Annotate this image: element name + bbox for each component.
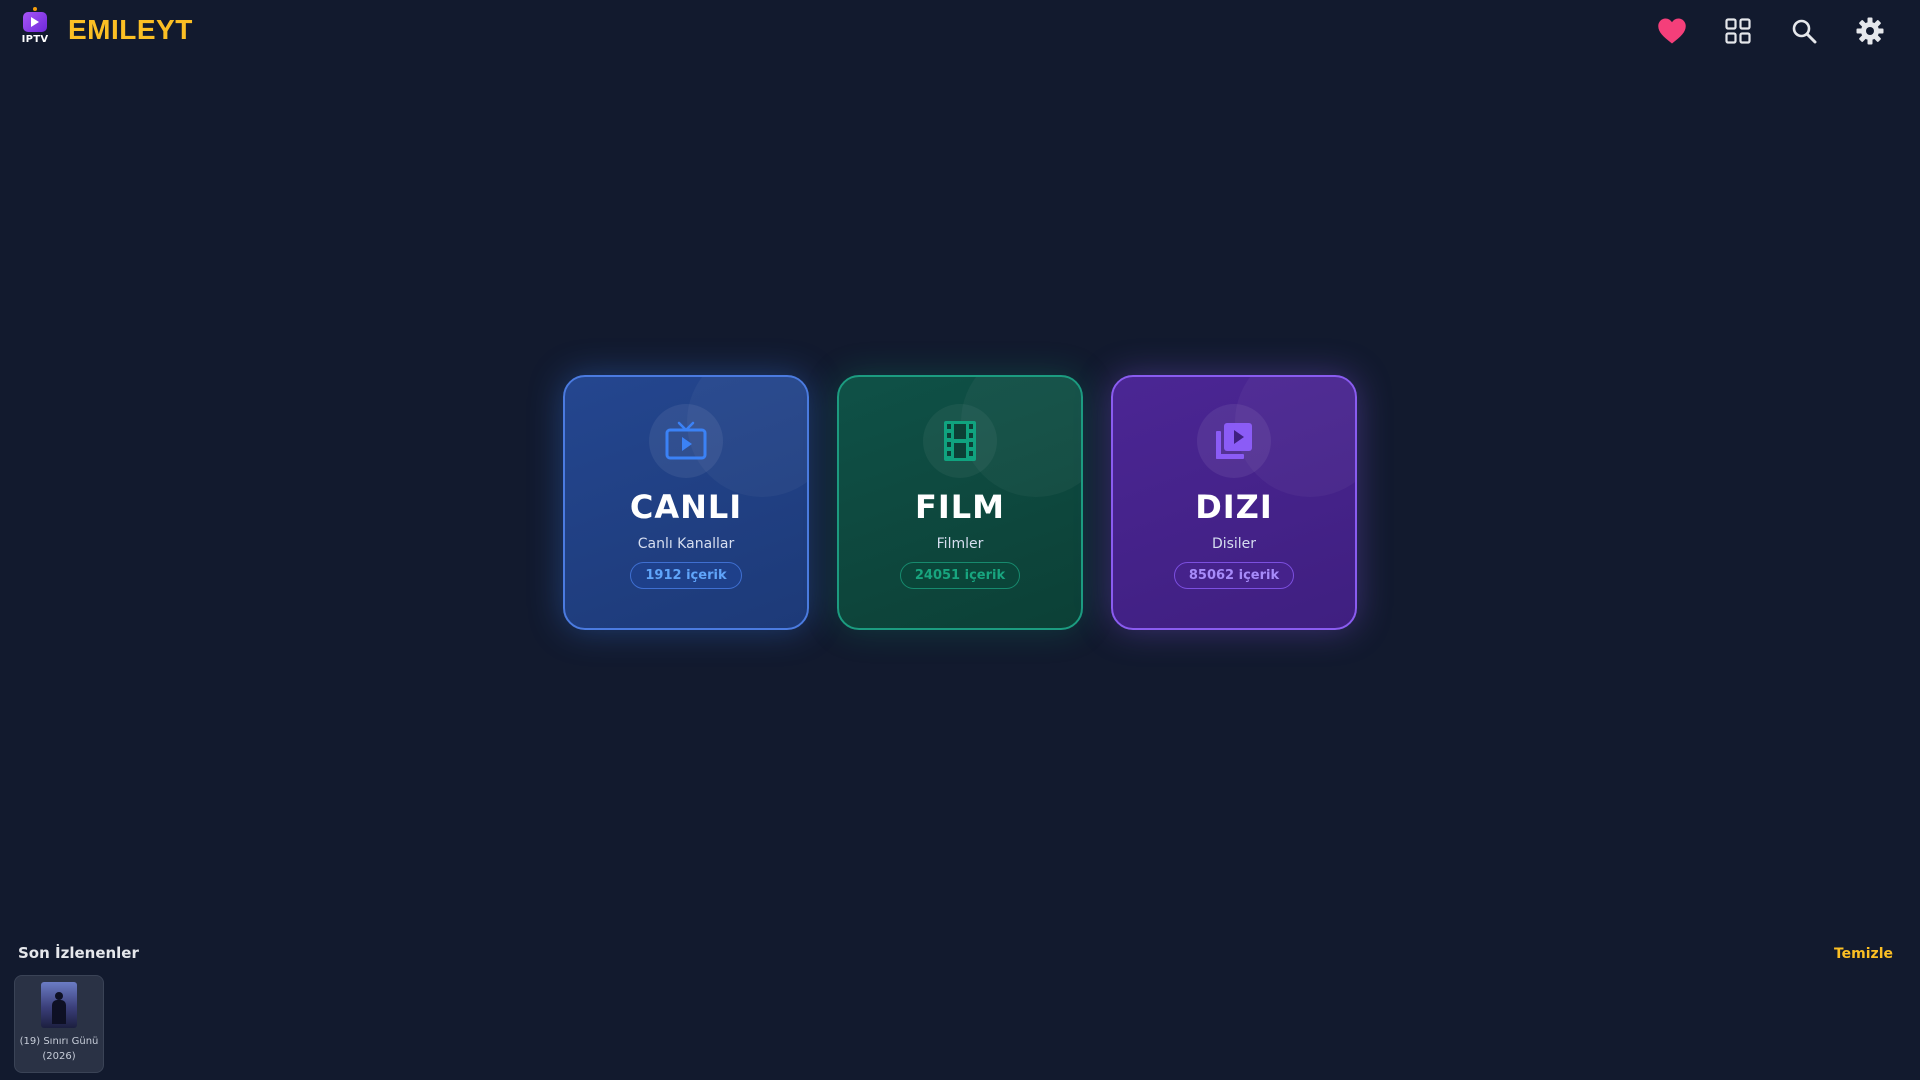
icon-circle bbox=[649, 404, 723, 478]
tv-logo-icon bbox=[23, 7, 47, 32]
favorites-button[interactable] bbox=[1652, 11, 1692, 51]
settings-button[interactable] bbox=[1850, 11, 1890, 51]
series-icon bbox=[1216, 423, 1252, 459]
recent-item-label: (19) Sınırı Günü (2026) bbox=[19, 1036, 99, 1062]
search-icon bbox=[1792, 19, 1817, 44]
icon-circle bbox=[1197, 404, 1271, 478]
heart-icon bbox=[1658, 18, 1686, 44]
category-subtitle: Canlı Kanallar bbox=[637, 536, 735, 552]
grid-view-button[interactable] bbox=[1718, 11, 1758, 51]
category-subtitle: Disiler bbox=[1211, 536, 1257, 552]
recent-section-title: Son İzlenenler bbox=[18, 944, 139, 962]
header-actions bbox=[1626, 11, 1890, 51]
tv-icon bbox=[665, 421, 707, 460]
recent-item[interactable]: (19) Sınırı Günü (2026) bbox=[14, 975, 104, 1073]
brand-name: EMILEYT bbox=[68, 14, 193, 45]
poster-thumbnail bbox=[41, 982, 77, 1028]
category-count-badge: 1912 içerik bbox=[630, 562, 742, 589]
category-title: DIZI bbox=[1195, 488, 1273, 526]
category-count-badge: 24051 içerik bbox=[899, 562, 1021, 589]
grid-icon bbox=[1725, 18, 1751, 44]
icon-circle bbox=[923, 404, 997, 478]
category-count-badge: 85062 içerik bbox=[1173, 562, 1295, 589]
category-cards: CANLI Canlı Kanallar 1912 içerik FILM Fi… bbox=[563, 375, 1357, 630]
top-bar: IPTV EMILEYT bbox=[0, 0, 1920, 62]
clear-recent-button[interactable]: Temizle bbox=[1834, 946, 1893, 962]
gear-icon bbox=[1856, 17, 1884, 45]
logo-text: IPTV bbox=[21, 34, 49, 45]
app-logo: IPTV bbox=[20, 7, 50, 50]
category-title: CANLI bbox=[629, 488, 743, 526]
category-card-canli[interactable]: CANLI Canlı Kanallar 1912 içerik bbox=[563, 375, 809, 630]
category-card-dizi[interactable]: DIZI Disiler 85062 içerik bbox=[1111, 375, 1357, 630]
category-subtitle: Filmler bbox=[936, 536, 984, 552]
category-card-film[interactable]: FILM Filmler 24051 içerik bbox=[837, 375, 1083, 630]
film-icon bbox=[944, 421, 976, 461]
brand[interactable]: IPTV EMILEYT bbox=[20, 7, 193, 50]
category-title: FILM bbox=[915, 488, 1005, 526]
search-button[interactable] bbox=[1784, 11, 1824, 51]
